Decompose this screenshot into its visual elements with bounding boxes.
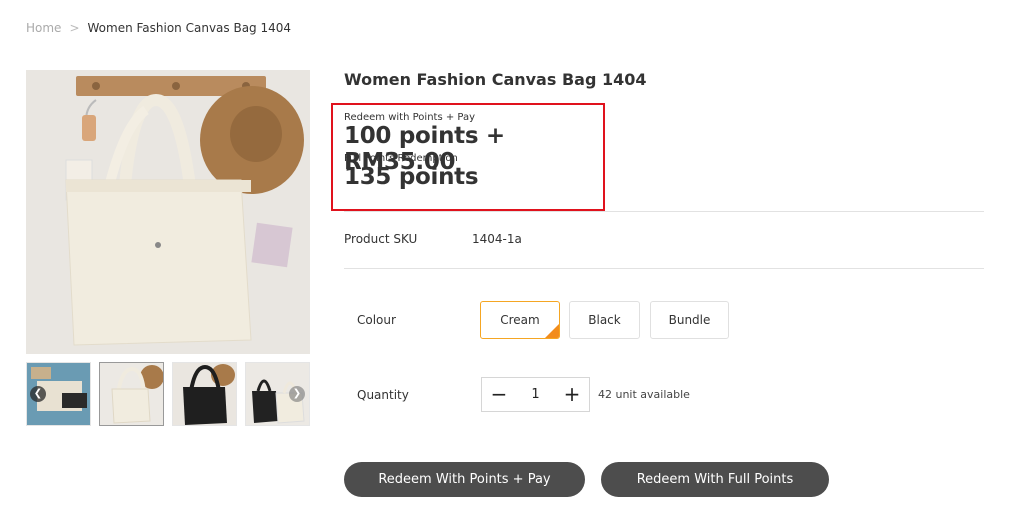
- colour-label: Colour: [357, 313, 396, 327]
- colour-option-cream[interactable]: Cream: [480, 301, 560, 339]
- redeem-points-pay-button[interactable]: Redeem With Points + Pay: [344, 462, 585, 497]
- minus-icon[interactable]: −: [488, 384, 510, 406]
- thumbnail-2[interactable]: [99, 362, 164, 426]
- divider: [344, 211, 984, 212]
- breadcrumb-current: Women Fashion Canvas Bag 1404: [87, 21, 292, 35]
- divider: [344, 268, 984, 269]
- thumbnail-3[interactable]: [172, 362, 237, 426]
- selected-check-icon: [545, 324, 559, 338]
- colour-option-bundle[interactable]: Bundle: [650, 301, 729, 339]
- redeem-full-points-button[interactable]: Redeem With Full Points: [601, 462, 829, 497]
- product-main-image: [26, 70, 310, 354]
- full-points-value: 135 points: [344, 164, 479, 190]
- quantity-stepper: − +: [481, 377, 590, 412]
- colour-option-black[interactable]: Black: [569, 301, 640, 339]
- plus-icon[interactable]: +: [561, 384, 583, 406]
- thumbnail-gallery: ❮ ❯: [26, 362, 310, 428]
- chevron-right-icon[interactable]: ❯: [289, 386, 305, 402]
- product-title: Women Fashion Canvas Bag 1404: [344, 70, 647, 89]
- sku-label: Product SKU: [344, 232, 418, 246]
- colour-option-label: Cream: [500, 313, 540, 327]
- breadcrumb-separator-icon: >: [69, 21, 80, 35]
- colour-option-label: Bundle: [668, 313, 711, 327]
- points-pay-label: Redeem with Points + Pay: [344, 112, 476, 123]
- chevron-left-icon[interactable]: ❮: [30, 386, 46, 402]
- quantity-available: 42 unit available: [598, 388, 690, 401]
- breadcrumb: Home > Women Fashion Canvas Bag 1404: [26, 21, 291, 35]
- full-points-label: Full Points Redemption: [344, 153, 458, 164]
- breadcrumb-home-link[interactable]: Home: [26, 21, 61, 35]
- price-highlight-box: Redeem with Points + Pay 100 points + RM…: [331, 103, 605, 211]
- sku-value: 1404-1a: [472, 232, 522, 246]
- quantity-label: Quantity: [357, 388, 409, 402]
- quantity-input[interactable]: [520, 387, 551, 402]
- colour-option-label: Black: [588, 313, 621, 327]
